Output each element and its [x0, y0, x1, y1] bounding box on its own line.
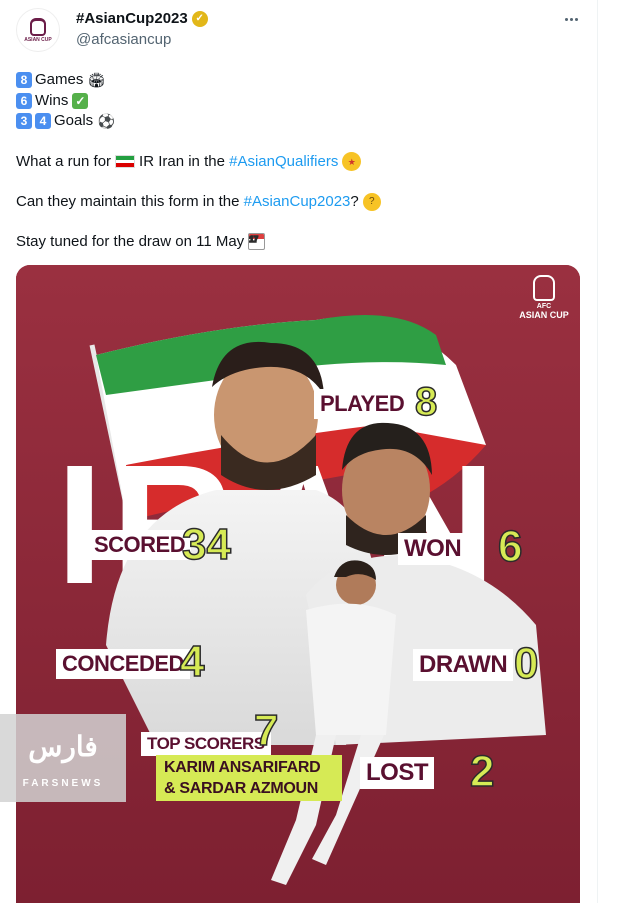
tweet-paragraph-2: Can they maintain this form in the #Asia… — [16, 192, 586, 212]
right-sidebar — [598, 0, 630, 903]
paragraph-text: IR Iran in the — [139, 152, 225, 170]
asian-cup-logo-icon — [30, 17, 46, 36]
stadium-icon: 🏟 — [87, 72, 106, 89]
watermark-script: فارس — [28, 731, 98, 762]
paragraph-text: What a run for — [16, 152, 112, 170]
tweet-paragraph-3: Stay tuned for the draw on 11 May 17 — [16, 232, 586, 252]
keycap-4-icon: 4 — [35, 113, 51, 130]
iran-flag-icon — [115, 155, 136, 168]
stat-value-played: 8 — [414, 379, 438, 425]
stat-value-drawn: 0 — [513, 638, 539, 689]
stat-label-won: WON — [398, 533, 468, 565]
stat-value-scored: 34 — [181, 519, 231, 570]
soccer-ball-icon: ⚽ — [97, 113, 115, 130]
keycap-3-icon: 3 — [16, 113, 32, 130]
stat-label-played: PLAYED — [314, 389, 411, 419]
stat-value-top-scorers: 7 — [253, 705, 279, 756]
stat-value-lost: 2 — [469, 746, 495, 797]
stat-value-won: 6 — [497, 521, 523, 572]
poster-artwork: IRAN — [16, 265, 580, 903]
user-handle[interactable]: @afcasiancup — [76, 31, 171, 48]
stat-label-drawn: DRAWN — [413, 649, 514, 681]
tweet-text: 8 Games 🏟 6 Wins ✓ 3 4 Goals ⚽ What a ru… — [16, 70, 586, 252]
paragraph-text: Can they maintain this form in the — [16, 192, 240, 210]
check-mark-icon: ✓ — [72, 92, 89, 109]
keycap-6-icon: 6 — [16, 92, 32, 109]
avatar[interactable]: ASIAN CUP — [16, 8, 60, 52]
avatar-logo-text: ASIAN CUP — [24, 36, 52, 43]
paragraph-text: Stay tuned for the draw on 11 May — [16, 232, 245, 250]
stat-line-games: 8 Games 🏟 — [16, 70, 586, 91]
hashtag-link[interactable]: #AsianCup2023 — [244, 192, 351, 212]
top-scorer-name-2: & SARDAR AZMOUN — [164, 780, 319, 797]
logo-line-2: ASIAN CUP — [519, 310, 569, 320]
calendar-day: 17 — [248, 234, 259, 245]
display-name[interactable]: #AsianCup2023 — [76, 10, 188, 27]
stat-label-top-scorers: TOP SCORERS — [141, 732, 271, 756]
logo-line-1: AFC — [536, 303, 552, 310]
stat-value-conceded: 4 — [179, 636, 205, 687]
paragraph-suffix: ? — [350, 192, 359, 210]
stat-line-goals: 3 4 Goals ⚽ — [16, 111, 586, 132]
watermark-text: FARSNEWS — [22, 778, 104, 789]
author-name-row[interactable]: #AsianCup2023 ✓ — [76, 10, 208, 27]
trophy-icon — [533, 275, 555, 301]
top-scorer-names: KARIM ANSARIFARD & SARDAR AZMOUN — [156, 755, 342, 801]
more-options-icon[interactable] — [560, 8, 582, 30]
farsnews-watermark: فارس FARSNEWS — [0, 714, 126, 802]
hashtag-link[interactable]: #AsianQualifiers — [229, 152, 338, 172]
stat-line-text: Wins — [35, 91, 69, 109]
stat-label-lost: LOST — [360, 757, 434, 789]
top-scorer-name-1: KARIM ANSARIFARD — [164, 759, 321, 776]
stat-label-scored: SCORED — [88, 530, 192, 560]
keycap-8-icon: 8 — [16, 72, 32, 89]
calendar-icon: 17 — [248, 233, 266, 250]
tweet-media-image[interactable]: IRAN AFC ASIAN CUP PLAYED 8 SCORED 34 WO… — [16, 265, 580, 903]
verified-badge-icon[interactable]: ✓ — [191, 10, 208, 27]
afc-asian-cup-logo: AFC ASIAN CUP — [514, 275, 574, 335]
stat-line-text: Games — [35, 71, 84, 89]
stat-line-wins: 6 Wins ✓ — [16, 91, 586, 112]
star-struck-icon: ★ — [342, 152, 362, 171]
thinking-face-icon: ? — [362, 192, 381, 211]
tweet-paragraph-1: What a run for IR Iran in the #AsianQual… — [16, 152, 586, 172]
stat-line-text: Goals — [54, 112, 94, 130]
stat-label-conceded: CONCEDED — [56, 649, 190, 679]
